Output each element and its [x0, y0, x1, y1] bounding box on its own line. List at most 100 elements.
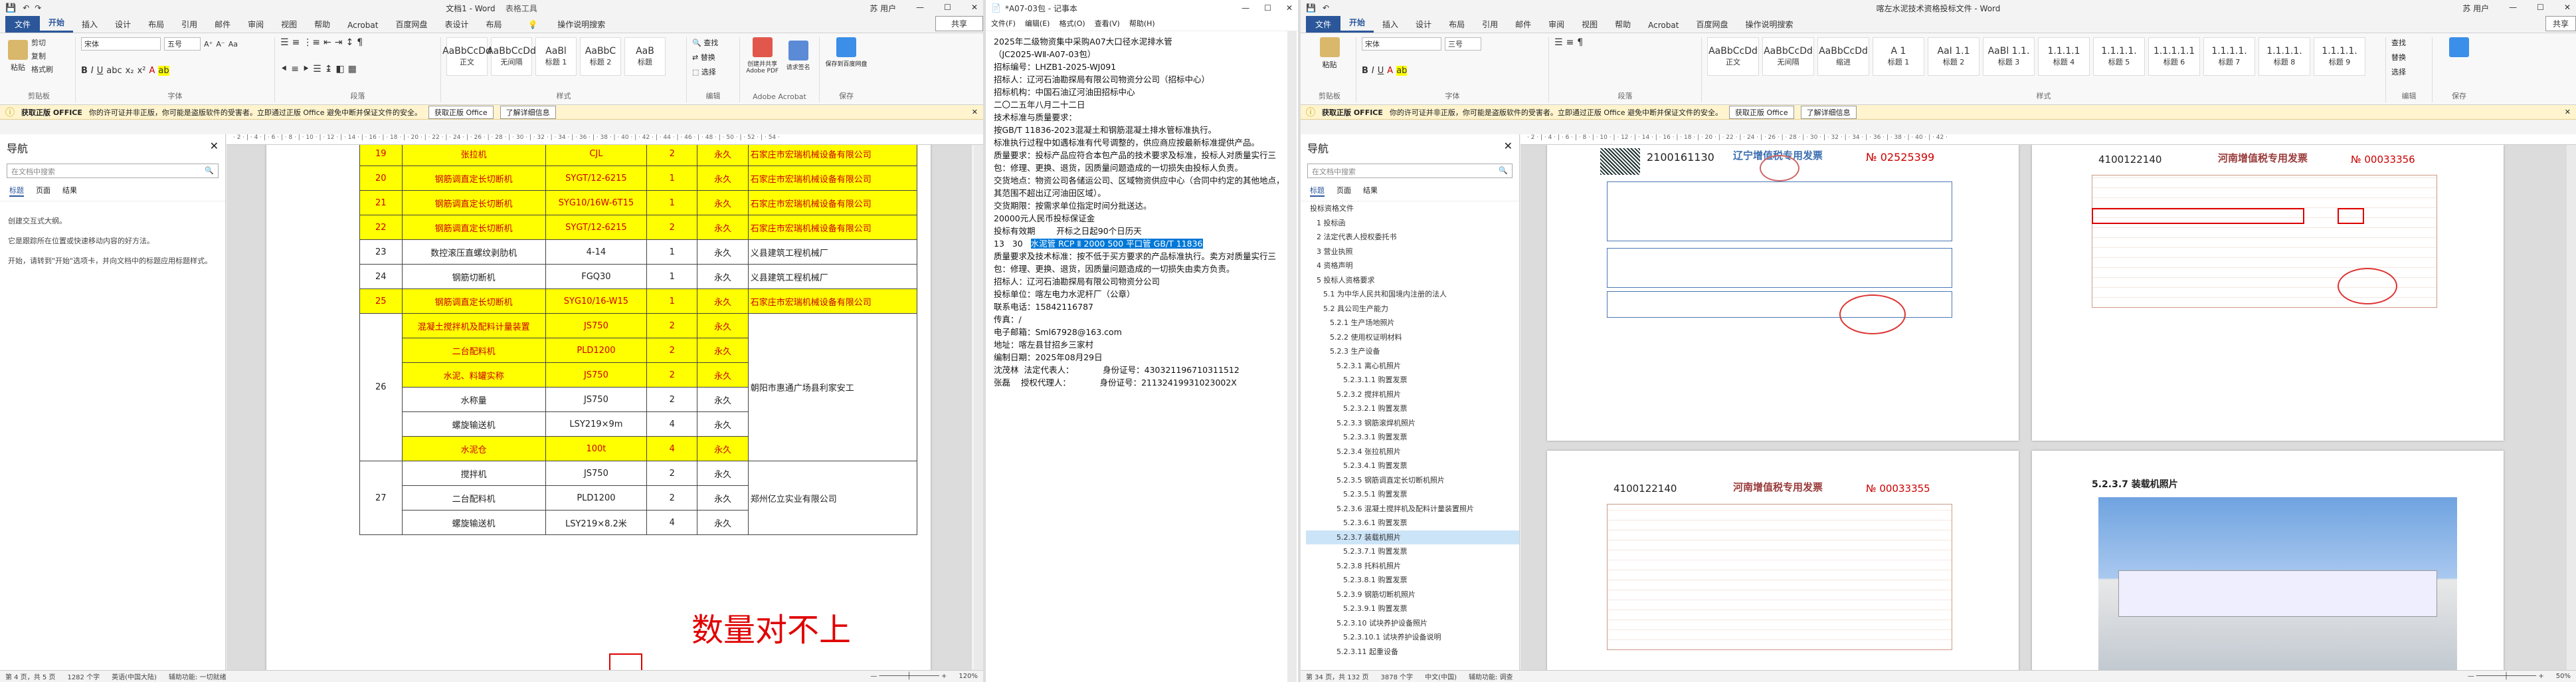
align-left-icon[interactable]: ⯇ — [280, 64, 288, 74]
underline-icon-2[interactable]: U — [1378, 66, 1384, 76]
numbering-icon-2[interactable]: ≡ — [1566, 37, 1574, 48]
nav-tree-item[interactable]: 5.2.3.7 装载机照片 — [1306, 530, 1519, 544]
nav-tree-item[interactable]: 5.2.3.2.1 购置发票 — [1306, 401, 1519, 416]
bullets-icon-2[interactable]: ☰ — [1554, 37, 1563, 48]
nav-tree-item[interactable]: 5.2.3.11 起重设备 — [1306, 645, 1519, 659]
nav-search-input-2[interactable]: 在文档中搜索 🔍 — [1307, 164, 1513, 178]
nav-search-input[interactable]: 在文档中搜索 🔍 — [7, 164, 219, 178]
menu-file[interactable]: 文件(F) — [991, 18, 1016, 29]
nav-close-icon[interactable]: ✕ — [210, 140, 219, 156]
nav-tree-item[interactable]: 5.2.1 生产场地照片 — [1306, 316, 1519, 330]
font-size-select-2[interactable]: 三号 — [1445, 37, 1481, 51]
replace-button[interactable]: ⇄ 替换 — [692, 52, 734, 62]
style-item[interactable]: AaBbCcDd 无间隔 — [487, 37, 536, 76]
style-item[interactable]: AaBl 标题 1 — [535, 37, 577, 76]
selected-text[interactable]: 水泥管 RCP Ⅱ 2000 500 平口管 GB/T 11836 — [1030, 239, 1203, 249]
numbering-icon[interactable]: ≡ — [292, 37, 300, 48]
tab-table-design[interactable]: 表设计 — [436, 16, 477, 33]
strikethrough-icon[interactable]: abc — [106, 66, 122, 76]
highlight-icon-2[interactable]: ab — [1396, 65, 1408, 76]
style-item[interactable]: AaB 标题 — [624, 37, 666, 76]
menu-format[interactable]: 格式(O) — [1059, 18, 1085, 29]
horizontal-ruler[interactable]: · 2 · | · 4 · | · 6 · | · 8 · | · 10 · |… — [227, 134, 983, 145]
status-language-2[interactable]: 中文(中国) — [1425, 671, 1457, 681]
italic-icon-2[interactable]: I — [1372, 66, 1374, 76]
status-page-2[interactable]: 第 34 页，共 132 页 — [1306, 671, 1369, 681]
status-words[interactable]: 1282 个字 — [67, 671, 100, 681]
style-item[interactable]: 1.1.1.1. 标题 9 — [2314, 37, 2365, 76]
tab-5[interactable]: 引用 — [1473, 16, 1507, 33]
create-pdf-button[interactable]: 创建并共享 Adobe PDF — [745, 37, 779, 74]
vertical-scrollbar[interactable] — [974, 145, 983, 670]
nav-tree-item[interactable]: 5.2.3.1.1 购置发票 — [1306, 373, 1519, 388]
nav-tree-item[interactable]: 5.2.3.7.1 购置发票 — [1306, 544, 1519, 559]
justify-icon[interactable]: ☰ — [313, 64, 322, 74]
subscript-icon[interactable]: x₂ — [126, 66, 134, 76]
format-painter-button[interactable]: 格式刷 — [31, 64, 53, 74]
bullets-icon[interactable]: ☰ — [280, 37, 289, 48]
share-button[interactable]: 共享 — [935, 16, 983, 31]
tab-help[interactable]: 帮助 — [306, 16, 339, 33]
replace-button-2[interactable]: 替换 — [2391, 52, 2427, 62]
tab-0[interactable]: 文件 — [1306, 16, 1341, 33]
nav-tree-item[interactable]: 投标资格文件 — [1306, 201, 1519, 216]
status-zoom-2[interactable]: 50% — [2556, 673, 2571, 680]
notepad-minimize-icon[interactable]: — — [1242, 3, 1249, 13]
nav-tree-item[interactable]: 5 投标人资格要求 — [1306, 273, 1519, 288]
nav-tab-pages[interactable]: 页面 — [36, 185, 50, 197]
close-icon-2[interactable]: ✕ — [2564, 3, 2571, 14]
nav-tree-item[interactable]: 5.2.3.3 钢筋滚焊机照片 — [1306, 416, 1519, 431]
tab-home[interactable]: 开始 — [40, 14, 74, 33]
shading-icon[interactable]: ◧ — [335, 64, 344, 74]
notepad-maximize-icon[interactable]: ☐ — [1264, 3, 1271, 13]
style-item[interactable]: 1.1.1.1 标题 4 — [2038, 37, 2090, 76]
decrease-indent-icon[interactable]: ⇤ — [323, 37, 331, 48]
font-color-icon-2[interactable]: A — [1387, 66, 1393, 76]
nav-tree-item[interactable]: 3 营业执照 — [1306, 245, 1519, 259]
nav-tree-item[interactable]: 5.2 具公司生产能力 — [1306, 302, 1519, 316]
tab-12[interactable]: 操作说明搜索 — [1736, 16, 1801, 33]
request-signature-button[interactable]: 请求签名 — [782, 41, 814, 71]
tab-insert[interactable]: 插入 — [73, 16, 106, 33]
tab-design[interactable]: 设计 — [106, 16, 139, 33]
close-message-icon[interactable]: ✕ — [972, 108, 978, 116]
tab-10[interactable]: Acrobat — [1639, 18, 1687, 33]
horizontal-ruler-2[interactable]: · 2 · | · 4 · | · 6 · | · 8 · | · 10 · |… — [1520, 134, 2576, 145]
tab-acrobat[interactable]: Acrobat — [339, 18, 387, 33]
tab-6[interactable]: 邮件 — [1507, 16, 1540, 33]
status-words-2[interactable]: 3878 个字 — [1381, 671, 1414, 681]
font-name-select-2[interactable]: 宋体 — [1362, 37, 1441, 51]
nav-tree-item[interactable]: 4 资格声明 — [1306, 259, 1519, 273]
select-button[interactable]: ⬚ 选择 — [692, 66, 734, 77]
paste-button-2[interactable]: 粘贴 — [1309, 37, 1350, 70]
save-baidu-button-2[interactable] — [2438, 37, 2480, 57]
tab-tell-me[interactable]: 💡 操作说明搜索 — [511, 16, 623, 33]
center-icon[interactable]: ≡ — [291, 64, 299, 74]
find-button-2[interactable]: 查找 — [2391, 37, 2427, 48]
menu-view[interactable]: 查看(V) — [1095, 18, 1120, 29]
tab-11[interactable]: 百度网盘 — [1687, 16, 1736, 33]
borders-icon[interactable]: ▦ — [348, 64, 357, 74]
nav-tree-item[interactable]: 5.2.3.8 托料机照片 — [1306, 559, 1519, 574]
tab-review[interactable]: 审阅 — [239, 16, 272, 33]
learn-more-button[interactable]: 了解详细信息 — [500, 105, 556, 119]
style-item[interactable]: 1.1.1.1. 标题 8 — [2258, 37, 2310, 76]
notepad-scrollbar[interactable] — [1287, 31, 1297, 682]
style-item[interactable]: AaBbCcDd 缩进 — [1817, 37, 1869, 76]
show-marks-icon[interactable]: ¶ — [357, 37, 363, 48]
multilevel-icon[interactable]: ⋮≡ — [303, 37, 320, 48]
nav-tree-item[interactable]: 5.2.3.4 张拉机照片 — [1306, 445, 1519, 459]
font-size-select[interactable]: 五号 — [164, 37, 201, 51]
sort-icon[interactable]: ↕ — [346, 37, 354, 48]
style-item[interactable]: AaBl 1.1. 标题 3 — [1983, 37, 2035, 76]
show-marks-icon-2[interactable]: ¶ — [1577, 37, 1583, 48]
tab-2[interactable]: 插入 — [1374, 16, 1407, 33]
style-item[interactable]: 1.1.1.1. 标题 5 — [2093, 37, 2145, 76]
maximize-icon-2[interactable]: ☐ — [2537, 3, 2544, 14]
nav-tree-item[interactable]: 5.2.3.3.1 购置发票 — [1306, 430, 1519, 445]
superscript-icon[interactable]: x² — [138, 66, 146, 76]
paste-button[interactable]: 粘贴 — [8, 39, 28, 72]
tab-9[interactable]: 帮助 — [1606, 16, 1639, 33]
bold-icon[interactable]: B — [81, 66, 88, 76]
save-baidu-button[interactable]: 保存到百度网盘 — [825, 37, 868, 68]
